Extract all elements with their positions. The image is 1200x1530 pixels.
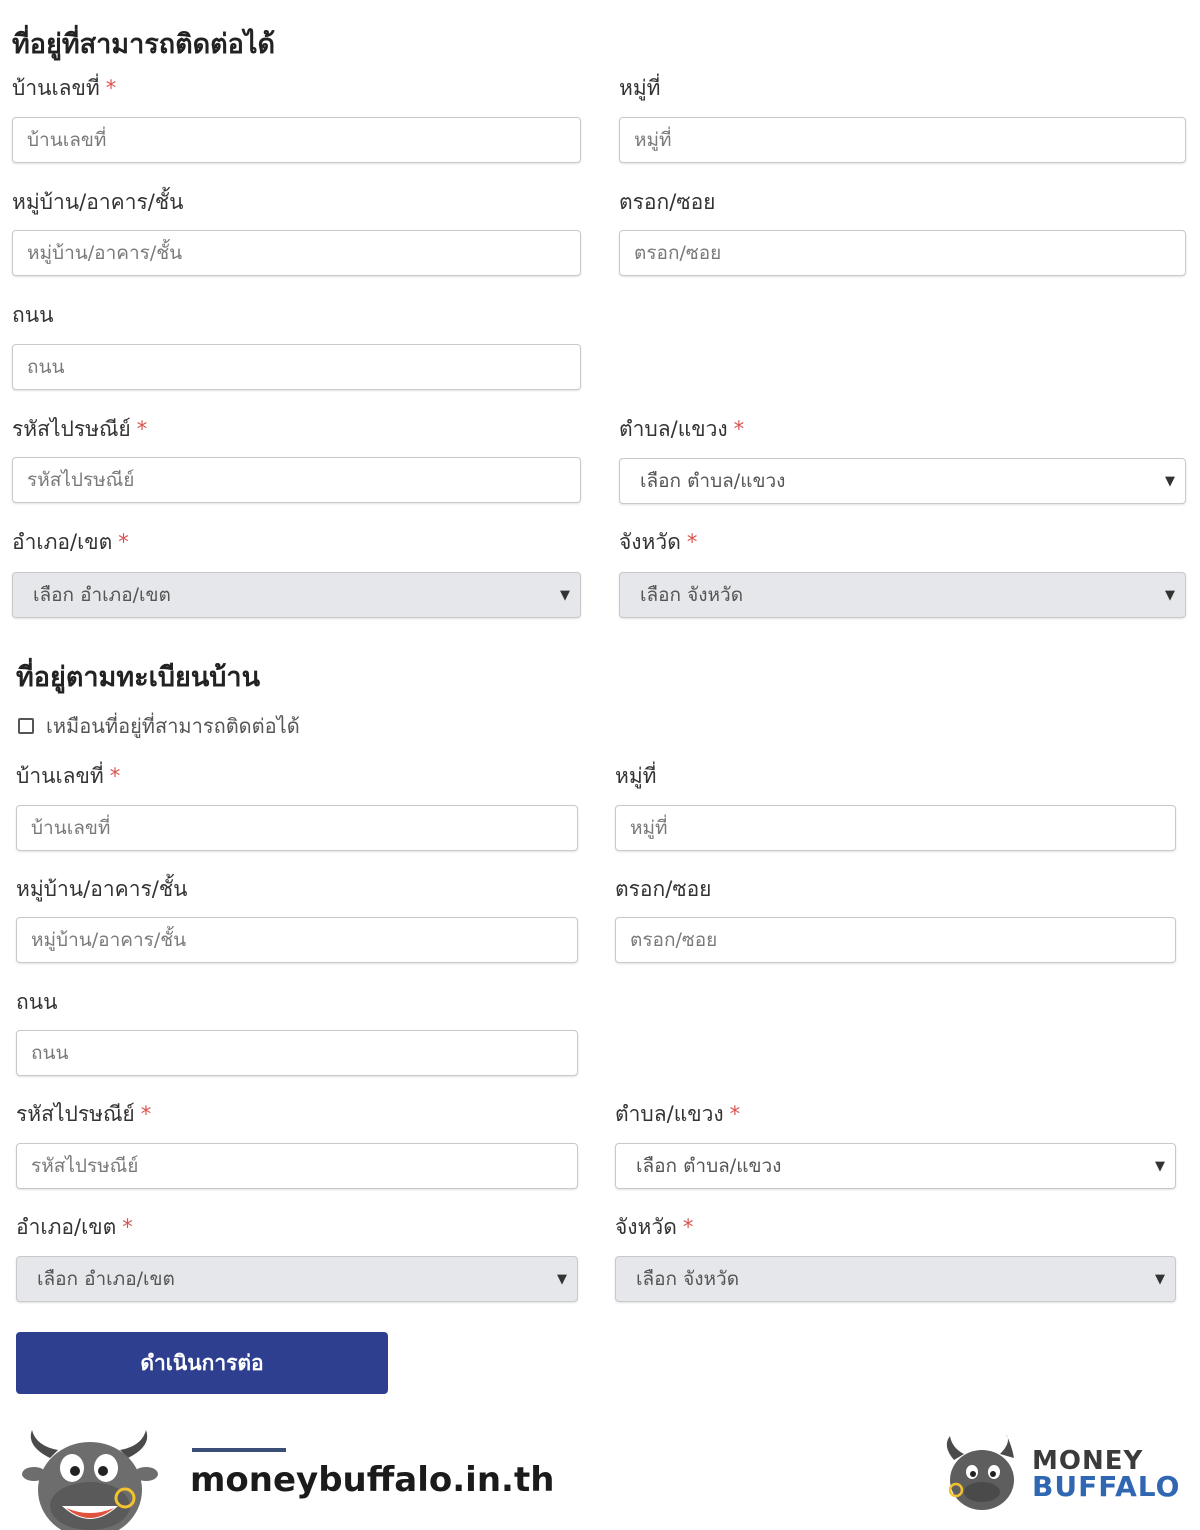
registered-district-value: เลือก อำเภอ/เขต <box>37 1268 175 1290</box>
registered-road-input[interactable] <box>17 1031 577 1075</box>
required-mark: * <box>682 1215 694 1239</box>
same-as-contact-checkbox[interactable] <box>18 718 34 734</box>
required-mark: * <box>686 530 698 554</box>
same-as-contact-checkbox-row[interactable]: เหมือนที่อยู่ที่สามารถติดต่อได้ <box>18 710 300 742</box>
registered-subdistrict-value: เลือก ตำบล/แขวง <box>636 1155 782 1177</box>
chevron-down-icon: ▼ <box>557 1271 567 1287</box>
registered-province-select[interactable]: เลือก จังหวัด ▼ <box>615 1256 1176 1302</box>
contact-district-label: อำเภอ/เขต * <box>12 530 129 554</box>
brand-word-buffalo: BUFFALO <box>1032 1470 1181 1503</box>
contact-village-input[interactable] <box>13 231 580 275</box>
continue-button[interactable]: ดำเนินการต่อ <box>16 1332 388 1394</box>
required-mark: * <box>733 417 745 441</box>
registered-postal-label: รหัสไปรษณีย์ * <box>16 1102 152 1126</box>
contact-postal-input[interactable] <box>13 458 580 502</box>
contact-road-input[interactable] <box>13 345 580 389</box>
required-mark: * <box>109 764 121 788</box>
required-mark: * <box>136 417 148 441</box>
contact-soi-label: ตรอก/ซอย <box>619 190 716 214</box>
registered-village-label: หมู่บ้าน/อาคาร/ชั้น <box>16 877 188 901</box>
contact-district-select[interactable]: เลือก อำเภอ/เขต ▼ <box>12 572 581 618</box>
required-mark: * <box>105 76 117 100</box>
contact-subdistrict-select[interactable]: เลือก ตำบล/แขวง ▼ <box>619 458 1186 504</box>
contact-soi-field[interactable] <box>619 230 1186 276</box>
site-url-text: moneybuffalo.in.th <box>190 1460 555 1500</box>
registered-road-label: ถนน <box>16 990 58 1014</box>
contact-moo-field[interactable] <box>619 117 1186 163</box>
contact-section-title: ที่อยู่ที่สามารถติดต่อได้ <box>12 29 276 60</box>
same-as-contact-label: เหมือนที่อยู่ที่สามารถติดต่อได้ <box>46 714 300 738</box>
registered-subdistrict-label: ตำบล/แขวง * <box>615 1102 741 1126</box>
contact-soi-input[interactable] <box>620 231 1185 275</box>
contact-village-field[interactable] <box>12 230 581 276</box>
contact-house-no-label: บ้านเลขที่ * <box>12 76 117 100</box>
money-buffalo-logo-icon <box>946 1434 1014 1510</box>
site-underline-divider <box>192 1448 286 1452</box>
contact-moo-input[interactable] <box>620 118 1185 162</box>
registered-subdistrict-select[interactable]: เลือก ตำบล/แขวง ▼ <box>615 1143 1176 1189</box>
contact-district-value: เลือก อำเภอ/เขต <box>33 584 171 606</box>
contact-house-no-input[interactable] <box>13 118 580 162</box>
buffalo-mascot-icon <box>22 1430 158 1530</box>
contact-moo-label: หมู่ที่ <box>619 76 661 100</box>
required-mark: * <box>122 1215 133 1239</box>
registered-house-no-field[interactable] <box>16 805 578 851</box>
registered-soi-field[interactable] <box>615 917 1176 963</box>
registered-postal-input[interactable] <box>17 1144 577 1188</box>
contact-road-label: ถนน <box>12 303 54 327</box>
contact-subdistrict-label: ตำบล/แขวง * <box>619 417 745 441</box>
registered-road-field[interactable] <box>16 1030 578 1076</box>
contact-province-select[interactable]: เลือก จังหวัด ▼ <box>619 572 1186 618</box>
contact-village-label: หมู่บ้าน/อาคาร/ชั้น <box>12 190 184 214</box>
required-mark: * <box>729 1102 741 1126</box>
required-mark: * <box>140 1102 152 1126</box>
registered-village-input[interactable] <box>17 918 577 962</box>
registered-province-label: จังหวัด * <box>615 1215 694 1239</box>
registered-house-no-input[interactable] <box>17 806 577 850</box>
registered-section-title: ที่อยู่ตามทะเบียนบ้าน <box>16 662 261 693</box>
registered-moo-label: หมู่ที่ <box>615 764 657 788</box>
chevron-down-icon: ▼ <box>1155 1158 1165 1174</box>
registered-moo-field[interactable] <box>615 805 1176 851</box>
contact-postal-label: รหัสไปรษณีย์ * <box>12 417 148 441</box>
chevron-down-icon: ▼ <box>1165 473 1175 489</box>
registered-village-field[interactable] <box>16 917 578 963</box>
money-buffalo-brand: MONEY BUFFALO <box>1032 1448 1181 1503</box>
registered-postal-field[interactable] <box>16 1143 578 1189</box>
required-mark: * <box>118 530 129 554</box>
registered-soi-label: ตรอก/ซอย <box>615 877 712 901</box>
chevron-down-icon: ▼ <box>560 587 570 603</box>
registered-district-label: อำเภอ/เขต * <box>16 1215 133 1239</box>
registered-district-select[interactable]: เลือก อำเภอ/เขต ▼ <box>16 1256 578 1302</box>
registered-moo-input[interactable] <box>616 806 1175 850</box>
contact-postal-field[interactable] <box>12 457 581 503</box>
contact-house-no-field[interactable] <box>12 117 581 163</box>
registered-house-no-label: บ้านเลขที่ * <box>16 764 121 788</box>
contact-subdistrict-value: เลือก ตำบล/แขวง <box>640 470 786 492</box>
chevron-down-icon: ▼ <box>1155 1271 1165 1287</box>
registered-province-value: เลือก จังหวัด <box>636 1268 740 1290</box>
chevron-down-icon: ▼ <box>1165 587 1175 603</box>
contact-province-value: เลือก จังหวัด <box>640 584 744 606</box>
registered-soi-input[interactable] <box>616 918 1175 962</box>
contact-province-label: จังหวัด * <box>619 530 698 554</box>
contact-road-field[interactable] <box>12 344 581 390</box>
